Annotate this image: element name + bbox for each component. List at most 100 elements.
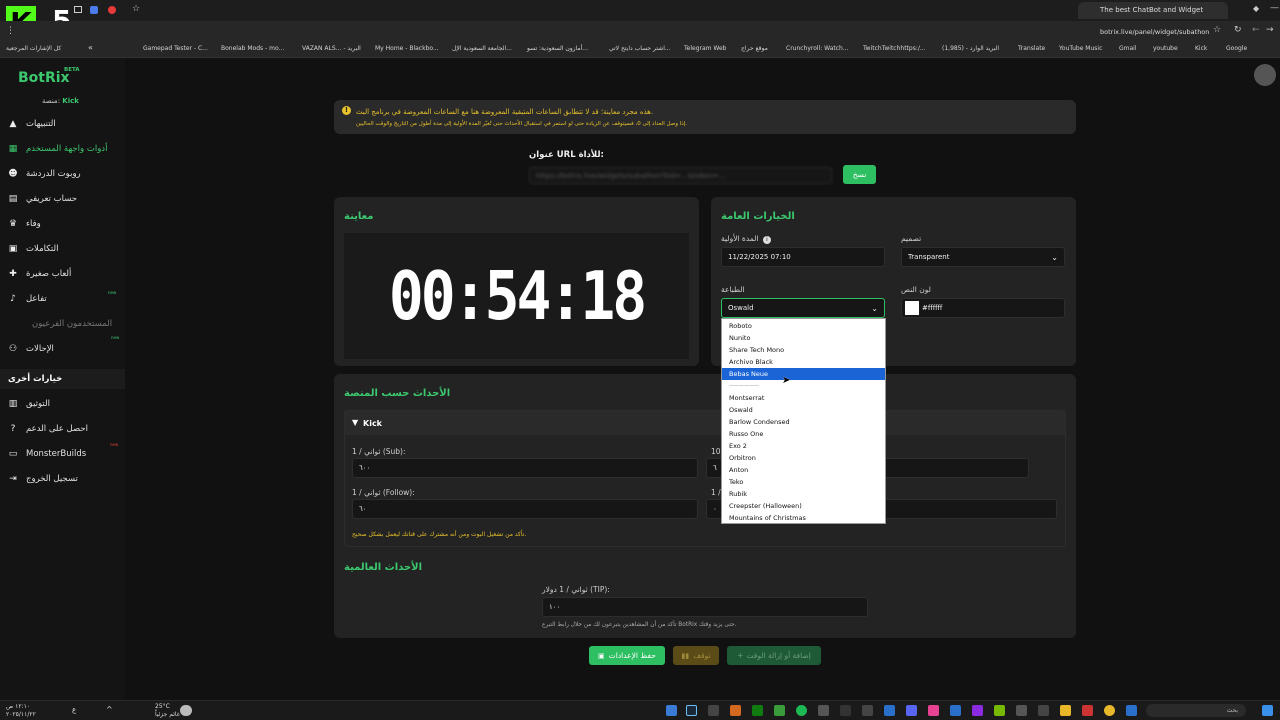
bookmark-item[interactable]: YouTube Music [1059,45,1102,52]
app-icon[interactable] [818,705,829,716]
font-option[interactable]: Bebas Neue [722,368,885,380]
sub-seconds-input[interactable]: ٦٠٠ [352,458,698,478]
sidebar-item-integrations[interactable]: ▣ التكاملات [8,239,123,259]
kick-accordion-header[interactable] [345,411,1065,435]
xbox-icon[interactable] [752,705,763,716]
font-option[interactable]: Anton [722,464,885,476]
app-icon[interactable] [840,705,851,716]
sidebar-item-chatbot[interactable]: ☻ روبوت الدردشة [8,164,123,184]
font-option[interactable]: Barlow Condensed [722,416,885,428]
sidebar-item-alerts[interactable]: ▲ التنبيهات [8,114,123,134]
steam-icon[interactable] [686,705,697,716]
sidebar-item-docs[interactable]: ▥ التوثيق [8,394,123,414]
info-circle-icon[interactable]: i [762,236,771,244]
font-option[interactable]: Mountains of Christmas [722,512,885,524]
app-icon[interactable] [950,705,961,716]
restore-icon[interactable] [74,6,82,13]
font-option[interactable]: Rubik [722,488,885,500]
clock[interactable]: ١٢:١٠ ص ٢٠٢٥/١١/٢٢ [6,703,36,719]
bookmark-item[interactable]: Gmail [1119,45,1137,52]
pause-button[interactable]: ▮▮ توقف [673,646,719,665]
sidebar-item-minigames[interactable]: ✚ ألعاب صغيرة [8,264,123,284]
tip-seconds-input[interactable]: ١٠٠ [542,597,868,617]
app-icon[interactable] [906,705,917,716]
sidebar-item-loyalty[interactable]: ♛ وفاء [8,214,123,234]
font-option[interactable]: Archivo Black [722,356,885,368]
font-option[interactable]: Russo One [722,428,885,440]
app-icon[interactable] [1038,705,1049,716]
app-icon[interactable] [972,705,983,716]
bookmark-item[interactable]: Bonelab Mods - mo... [221,45,284,52]
forward-icon[interactable]: ← [1252,25,1260,35]
spotify-icon[interactable] [796,705,807,716]
initial-duration-input[interactable]: 11/22/2025 07:10 [721,247,885,267]
font-select[interactable]: Oswald ⌄ [721,298,885,318]
window-minimize-icon[interactable]: — [1270,3,1279,13]
chevron-up-icon[interactable]: ^ [106,705,113,714]
language-indicator[interactable]: ع [72,706,76,714]
app-icon[interactable] [1126,705,1137,716]
text-color-input[interactable]: #ffffff [901,298,1065,318]
reload-icon[interactable]: ↻ [1234,25,1242,35]
star-icon[interactable]: ☆ [132,4,140,14]
app-icon[interactable] [774,705,785,716]
app-icon[interactable] [928,705,939,716]
windows-start-icon[interactable] [1262,705,1273,716]
font-option[interactable]: Orbitron [722,452,885,464]
file-explorer-icon[interactable] [1060,705,1071,716]
maximize-icon[interactable] [90,6,98,14]
url-text[interactable]: botrix.live/panel/widget/subathon [1100,28,1209,36]
font-option[interactable]: Exo 2 [722,440,885,452]
botrix-logo[interactable]: BotRix [18,70,70,86]
app-icon[interactable] [1016,705,1027,716]
bookmark-item[interactable]: Telegram Web [684,45,726,52]
bookmark-item[interactable]: Crunchyroll: Watch... [786,45,849,52]
bookmark-item[interactable]: My Home - Blackbo... [375,45,439,52]
bookmark-item[interactable]: Kick [1195,45,1207,52]
back-icon[interactable]: → [1266,25,1274,35]
bookmark-all[interactable]: كل الإشارات المرجعية [6,45,61,52]
sidebar-item-widgets[interactable]: ▦ أدوات واجهة المستخدم [8,139,123,159]
sidebar-item-monsterbuilds[interactable]: ▭ MonsterBuilds new [8,442,123,464]
font-option[interactable]: Creepster (Halloween) [722,500,885,512]
close-icon[interactable] [108,6,116,14]
chrome-icon[interactable] [1104,705,1115,716]
app-icon[interactable] [666,705,677,716]
user-avatar[interactable] [1254,64,1276,86]
follow-seconds-input[interactable]: ٦٠ [352,499,698,519]
color-swatch[interactable] [905,301,919,315]
save-settings-button[interactable]: ▣ حفظ الإعدادات [589,646,665,665]
app-icon[interactable] [884,705,895,716]
font-option[interactable]: Roboto [722,320,885,332]
bookmark-item[interactable]: Gamepad Tester - C... [143,45,208,52]
font-option[interactable]: Oswald [722,404,885,416]
menu-dots-icon[interactable]: ⋮ [6,26,15,36]
app-icon[interactable] [730,705,741,716]
taskbar-search[interactable]: بحث [1146,704,1246,717]
bookmark-item[interactable]: موقع حراج [741,45,768,52]
bookmark-item[interactable]: اشتر حساب دايتح لاتي... [609,45,671,52]
nvidia-icon[interactable] [994,705,1005,716]
bookmark-item[interactable]: أمازون السعودية: تسو... [527,45,588,52]
bookmark-item[interactable]: البريد الوارد - (1,985) [942,45,999,52]
bookmarks-chevron-icon[interactable]: « [88,43,93,52]
bookmark-item[interactable]: youtube [1153,45,1178,52]
app-icon[interactable] [1082,705,1093,716]
sidebar-item-referrals[interactable]: ⚇ الإحالات new [8,335,123,359]
sidebar-item-interaction[interactable]: ♪ تفاعل new [8,289,123,309]
font-option[interactable]: Montserrat [722,392,885,404]
bookmark-item[interactable]: TwitchTwitchhttps:/... [863,45,926,52]
app-icon[interactable] [862,705,873,716]
font-option[interactable]: Teko [722,476,885,488]
tab-menu-icon[interactable]: ◆ [1253,4,1259,13]
design-select[interactable]: Transparent ⌄ [901,247,1065,267]
widget-url-field[interactable]: https://botrix.live/widgets/subathon?bid… [529,167,832,184]
sidebar-item-support[interactable]: ? احصل على الدعم [8,419,123,439]
bookmark-item[interactable]: الجامعة السعودية الإل... [452,45,512,52]
sidebar-item-logout[interactable]: ⇥ تسجيل الخروج [8,469,123,489]
bookmark-item[interactable]: VAZAN ALS... - البريد [302,45,361,52]
tab-search-icon[interactable]: ☆ [1213,25,1221,35]
tab-botrix[interactable]: The best ChatBot and Widget [1078,2,1228,19]
font-option[interactable]: Nunito [722,332,885,344]
sidebar-item-profile[interactable]: ▤ حساب تعريفي [8,189,123,209]
